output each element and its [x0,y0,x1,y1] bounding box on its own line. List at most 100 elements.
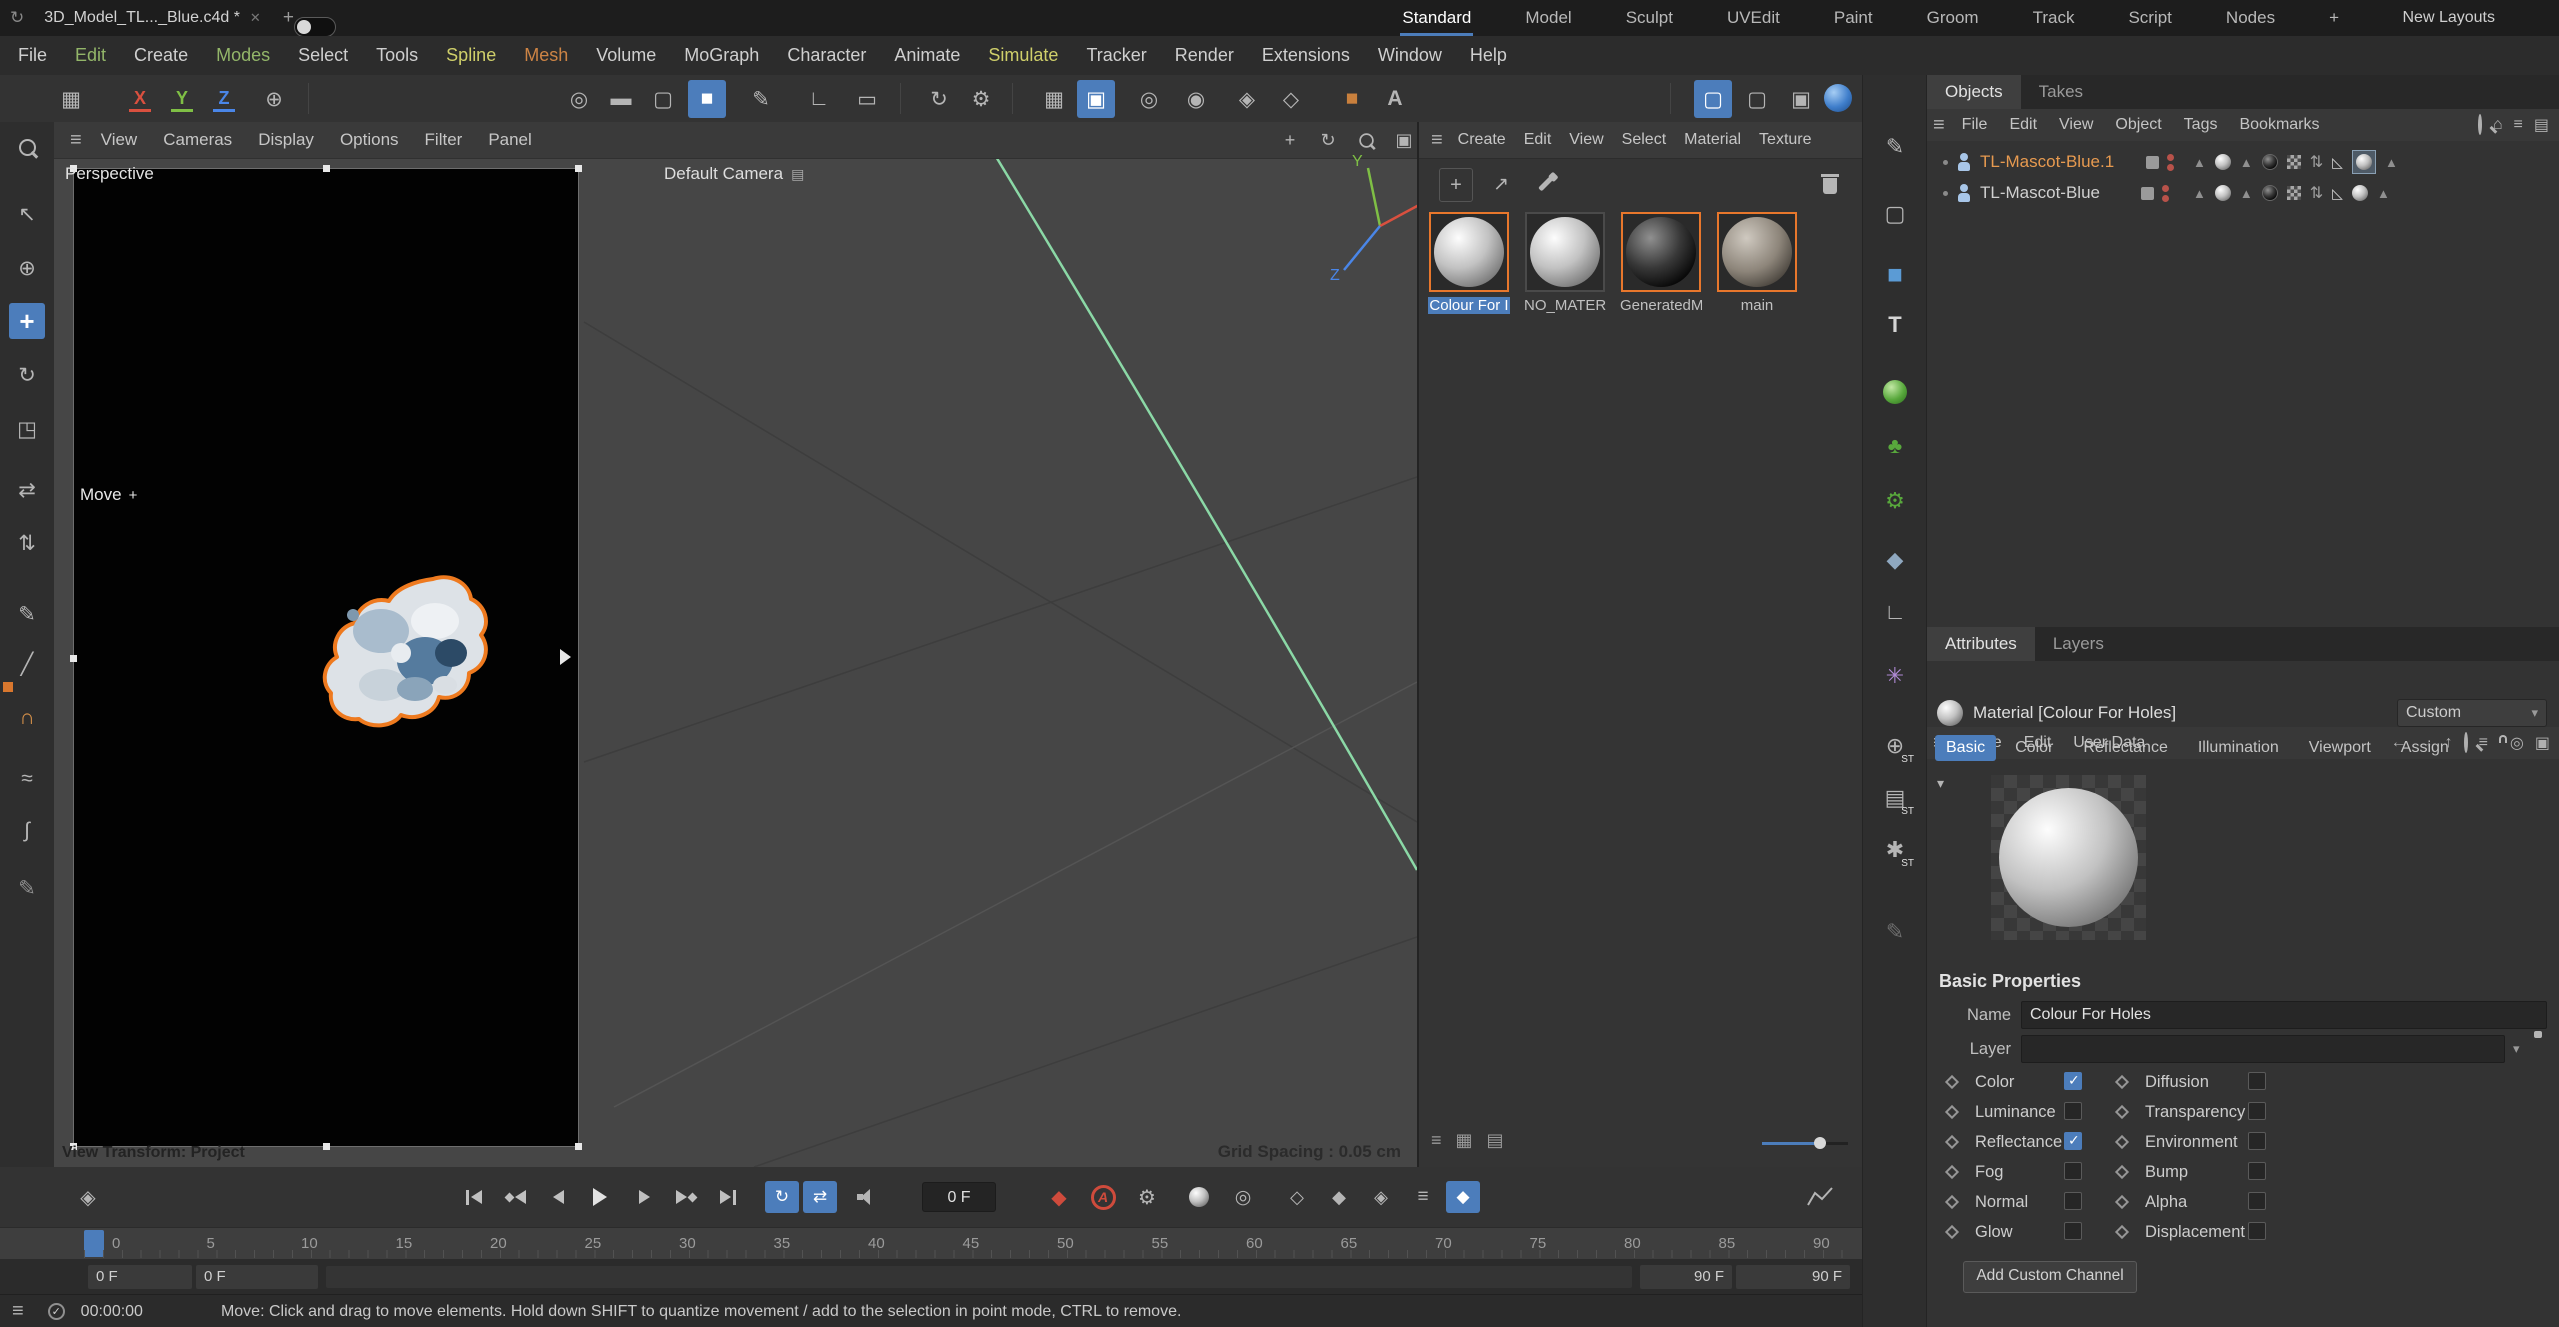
scale-tool-icon[interactable]: ◳ [9,411,45,447]
channel-checkbox-reflectance[interactable] [2064,1132,2082,1150]
add-layout-button[interactable]: + [2327,0,2341,36]
green-sphere-icon[interactable] [1875,372,1915,412]
frame-arrow-icon[interactable] [560,649,571,665]
knife-tool-icon[interactable]: ╱ [9,646,45,682]
grid-icon[interactable]: ▦ [1035,80,1073,118]
channel-checkbox-fog[interactable] [2064,1162,2082,1180]
material-menu-material[interactable]: Material [1675,131,1750,149]
objects-menu-object[interactable]: Object [2104,116,2172,134]
panel-icon[interactable]: ▤ [2534,115,2549,135]
layout-tab-track[interactable]: Track [2031,0,2077,36]
triangle-icon[interactable]: ▲ [2240,155,2253,170]
visibility-dots[interactable] [2167,154,2174,171]
menu-simulate[interactable]: Simulate [974,36,1072,75]
channel-checkbox-color[interactable] [2064,1072,2082,1090]
eyedropper-icon[interactable] [1529,168,1561,200]
pencil-dim-icon[interactable]: ✎ [1875,912,1915,952]
letter-a-icon[interactable]: A [1376,80,1414,118]
menu-edit[interactable]: Edit [61,36,120,75]
hamburger-icon[interactable]: ≡ [1425,129,1449,152]
live-selection-tool-icon[interactable]: ↖ [9,196,45,232]
thumbnail-size-slider[interactable] [1762,1142,1848,1145]
key-parameter-icon[interactable]: ≡ [1404,1181,1442,1213]
menu-volume[interactable]: Volume [582,36,670,75]
layer-chip[interactable] [2146,156,2159,169]
range-start-field[interactable]: 0 F [88,1265,192,1289]
perspective-viewport[interactable]: ≡ View Cameras Display Options Filter Pa… [54,122,1417,1167]
trash-icon[interactable] [1814,168,1846,200]
viewport-menu-options[interactable]: Options [327,130,412,150]
preset-dropdown[interactable]: Custom ▾ [2397,699,2547,727]
mascot-model[interactable] [317,569,517,739]
camera-frame[interactable]: Move + [73,168,579,1147]
detail-view-icon[interactable]: ▤ [1487,1130,1504,1151]
objects-menu-view[interactable]: View [2048,116,2104,134]
tab-assign[interactable]: Assign [2390,735,2460,761]
object-name[interactable]: TL-Mascot-Blue.1 [1980,152,2114,172]
gear-icon[interactable]: ⚙ [962,80,1000,118]
cube-manager-icon[interactable]: ■ [1875,254,1915,294]
material-thumbnail[interactable] [1429,212,1509,292]
search-icon[interactable] [2478,116,2482,134]
frame-handle[interactable] [575,1143,582,1150]
play-button[interactable] [581,1181,619,1213]
texture-tag-icon[interactable] [2215,185,2231,201]
ui-mode-toggle[interactable] [294,17,336,37]
material-name-label[interactable]: GeneratedM [1620,297,1702,314]
material-tag-icon[interactable] [2352,185,2368,201]
keying-settings-gear-icon[interactable]: ⚙ [1128,1181,1166,1213]
layer-chip[interactable] [2141,187,2154,200]
layout-tab-nodes[interactable]: Nodes [2224,0,2277,36]
grid-view-icon[interactable]: ▦ [1456,1130,1473,1151]
record-keyframe-icon[interactable]: ◆ [1040,1181,1078,1213]
rotate-tool-icon[interactable]: ↻ [9,357,45,393]
keyframe-mode-icon[interactable]: ◈ [70,1181,106,1213]
menu-help[interactable]: Help [1456,36,1521,75]
objects-menu-edit[interactable]: Edit [1998,116,2048,134]
frame-filled-tool-icon[interactable]: ▣ [1782,80,1820,118]
clapper-st-icon[interactable]: ▤ST [1875,778,1915,818]
menu-tools[interactable]: Tools [362,36,432,75]
objects-menu-file[interactable]: File [1951,116,1999,134]
hamburger-icon[interactable]: ≡ [1927,114,1951,137]
new-window-icon[interactable]: ▣ [2535,733,2550,753]
menu-create[interactable]: Create [120,36,202,75]
collapse-icon[interactable]: ▾ [1937,775,1944,792]
mograph-icon[interactable]: ✳ [1875,656,1915,696]
star-st-icon[interactable]: ✱ST [1875,830,1915,870]
tab-attributes[interactable]: Attributes [1927,627,2035,661]
tag-icon[interactable]: ◆ [1875,540,1915,580]
material-thumbnail[interactable] [1717,212,1797,292]
new-layouts-button[interactable]: New Layouts [2403,9,2496,27]
workplane-icon[interactable]: ▦ [52,80,90,118]
material-menu-edit[interactable]: Edit [1515,131,1561,149]
viewport-menu-cameras[interactable]: Cameras [150,130,245,150]
record-target-icon[interactable]: ◎ [1224,1181,1262,1213]
load-material-icon[interactable]: ↗ [1485,168,1517,200]
record-sphere-icon[interactable] [1180,1181,1218,1213]
frame-tool-icon[interactable]: ▢ [1738,80,1776,118]
mesh-check-icon[interactable]: ◈ [1228,80,1266,118]
triangle-icon[interactable]: ▲ [2385,155,2398,170]
hamburger-icon[interactable]: ≡ [0,1300,30,1323]
triangle-icon[interactable]: ▲ [2193,186,2206,201]
snap-icon[interactable]: ▣ [1077,80,1115,118]
menu-modes[interactable]: Modes [202,36,284,75]
axis-lock-z-button[interactable]: Z [206,81,242,115]
updown-arrows-icon[interactable]: ⇅ [2310,152,2323,172]
material-menu-select[interactable]: Select [1613,131,1675,149]
color-swatch[interactable] [3,682,13,692]
material-menu-texture[interactable]: Texture [1750,131,1820,149]
text-tool-icon[interactable]: T [1875,305,1915,345]
prev-frame-button[interactable] [539,1181,577,1213]
pen-tool-icon[interactable]: ✎ [9,596,45,632]
material-tag-selected[interactable] [2352,150,2376,174]
channel-checkbox-environment[interactable] [2248,1132,2266,1150]
object-name[interactable]: TL-Mascot-Blue [1980,183,2100,203]
triangle-icon[interactable]: ▲ [2240,186,2253,201]
corner-tag-icon[interactable]: ◺ [2332,185,2343,202]
tab-color[interactable]: Color [2004,735,2064,761]
frame-handle[interactable] [323,165,330,172]
frame-handle[interactable] [70,655,77,662]
swap-horizontal-tool-icon[interactable]: ⇄ [9,472,45,508]
